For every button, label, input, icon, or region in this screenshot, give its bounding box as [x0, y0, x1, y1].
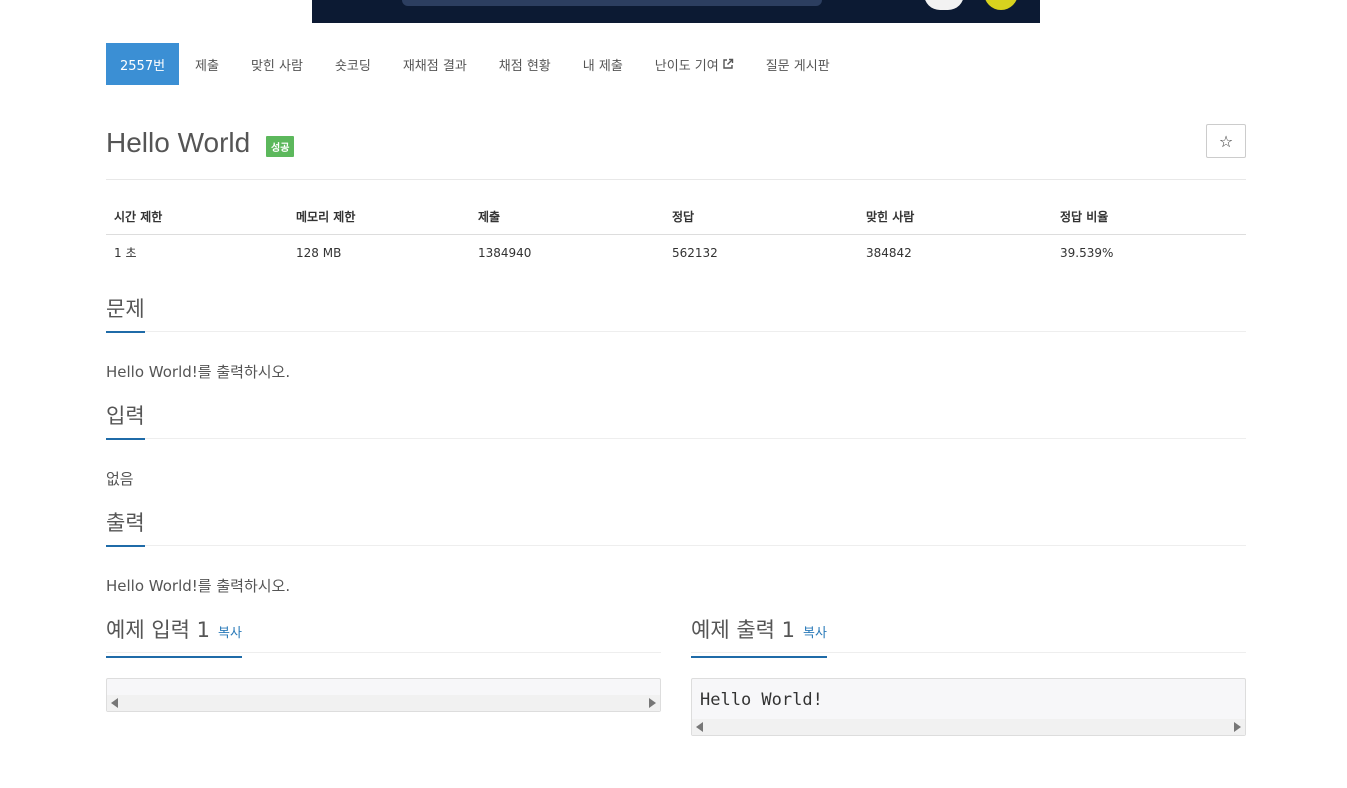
copy-sample-input-link[interactable]: 복사 [218, 626, 242, 641]
banner-character-yellow [984, 0, 1018, 10]
section-body: 없음 [106, 470, 134, 488]
nav-item-difficulty-contribution[interactable]: 난이도 기여 [639, 43, 750, 85]
sample-output-box[interactable]: Hello World! [691, 678, 1246, 736]
sample-output-panel: 예제 출력 1 복사 Hello World! [691, 615, 1246, 736]
column-header: 정답 [664, 202, 858, 235]
section-title: 예제 출력 1 복사 [691, 615, 827, 658]
samples-row: 예제 입력 1 복사 예제 출력 1 복사 Hello World! [106, 615, 1246, 736]
page-title: Hello World [106, 127, 251, 158]
column-header: 시간 제한 [106, 202, 288, 235]
problem-header: Hello World 성공 ☆ [106, 124, 1246, 180]
banner-character-white [924, 0, 964, 10]
section-title: 예제 입력 1 복사 [106, 615, 242, 658]
input-section: 입력 없음 [106, 401, 1246, 508]
table-row: 1 초 128 MB 1384940 562132 384842 39.539% [106, 235, 1246, 271]
scroll-right-arrow-icon[interactable] [649, 698, 656, 708]
horizontal-scrollbar[interactable] [692, 719, 1245, 735]
sample-input-title: 예제 입력 1 [106, 618, 210, 642]
copy-sample-output-link[interactable]: 복사 [803, 626, 827, 641]
scroll-left-arrow-icon[interactable] [111, 698, 118, 708]
column-header: 정답 비율 [1052, 202, 1246, 235]
table-header-row: 시간 제한 메모리 제한 제출 정답 맞힌 사람 정답 비율 [106, 202, 1246, 235]
top-banner-ad[interactable] [312, 0, 1040, 23]
nav-item-rejudge-results[interactable]: 재채점 결과 [387, 43, 483, 85]
star-icon: ☆ [1218, 131, 1234, 151]
nav-item-problem[interactable]: 2557번 [106, 43, 180, 85]
problem-info-table: 시간 제한 메모리 제한 제출 정답 맞힌 사람 정답 비율 1 초 128 M… [106, 202, 1246, 270]
section-header: 예제 출력 1 복사 [691, 615, 1246, 658]
status-badge: 성공 [266, 136, 295, 157]
nav-item-solved-users[interactable]: 맞힌 사람 [235, 43, 319, 85]
nav-item-judge-status[interactable]: 채점 현황 [483, 43, 567, 85]
external-link-icon [723, 58, 733, 69]
submissions-value: 1384940 [478, 245, 532, 260]
sample-input-content [107, 679, 660, 695]
column-header: 맞힌 사람 [858, 202, 1052, 235]
section-body: Hello World!를 출력하시오. [106, 577, 291, 595]
favorite-button[interactable]: ☆ [1206, 124, 1246, 158]
sample-output-title: 예제 출력 1 [691, 618, 795, 642]
nav-item-submit[interactable]: 제출 [179, 43, 235, 85]
section-header: 출력 [106, 508, 1246, 547]
time-limit-value: 1 초 [114, 246, 137, 260]
section-body: Hello World!를 출력하시오. [106, 363, 291, 381]
scroll-left-arrow-icon[interactable] [696, 722, 703, 732]
section-title: 문제 [106, 294, 145, 333]
scroll-right-arrow-icon[interactable] [1234, 722, 1241, 732]
nav-item-short-coding[interactable]: 숏코딩 [319, 43, 387, 85]
problem-container: 2557번 제출 맞힌 사람 숏코딩 재채점 결과 채점 현황 내 제출 난이도… [106, 43, 1246, 736]
column-header: 메모리 제한 [288, 202, 470, 235]
section-header: 문제 [106, 294, 1246, 333]
section-title: 입력 [106, 401, 145, 440]
problem-nav: 2557번 제출 맞힌 사람 숏코딩 재채점 결과 채점 현황 내 제출 난이도… [106, 43, 1246, 85]
sample-output-content: Hello World! [700, 690, 823, 710]
horizontal-scrollbar[interactable] [107, 695, 660, 711]
banner-text-area [402, 0, 822, 6]
accepted-value: 562132 [672, 245, 718, 260]
sample-input-box[interactable] [106, 678, 661, 712]
accept-ratio-value: 39.539% [1060, 245, 1114, 260]
output-section: 출력 Hello World!를 출력하시오. [106, 508, 1246, 615]
column-header: 제출 [470, 202, 664, 235]
sample-input-panel: 예제 입력 1 복사 [106, 615, 661, 736]
nav-item-my-submissions[interactable]: 내 제출 [567, 43, 639, 85]
problem-description-section: 문제 Hello World!를 출력하시오. [106, 294, 1246, 401]
nav-item-label: 난이도 기여 [654, 58, 719, 74]
section-title: 출력 [106, 508, 145, 547]
nav-item-qna-board[interactable]: 질문 게시판 [750, 43, 846, 85]
section-header: 입력 [106, 401, 1246, 440]
solved-users-value: 384842 [866, 245, 912, 260]
section-header: 예제 입력 1 복사 [106, 615, 661, 658]
memory-limit-value: 128 MB [296, 245, 342, 260]
